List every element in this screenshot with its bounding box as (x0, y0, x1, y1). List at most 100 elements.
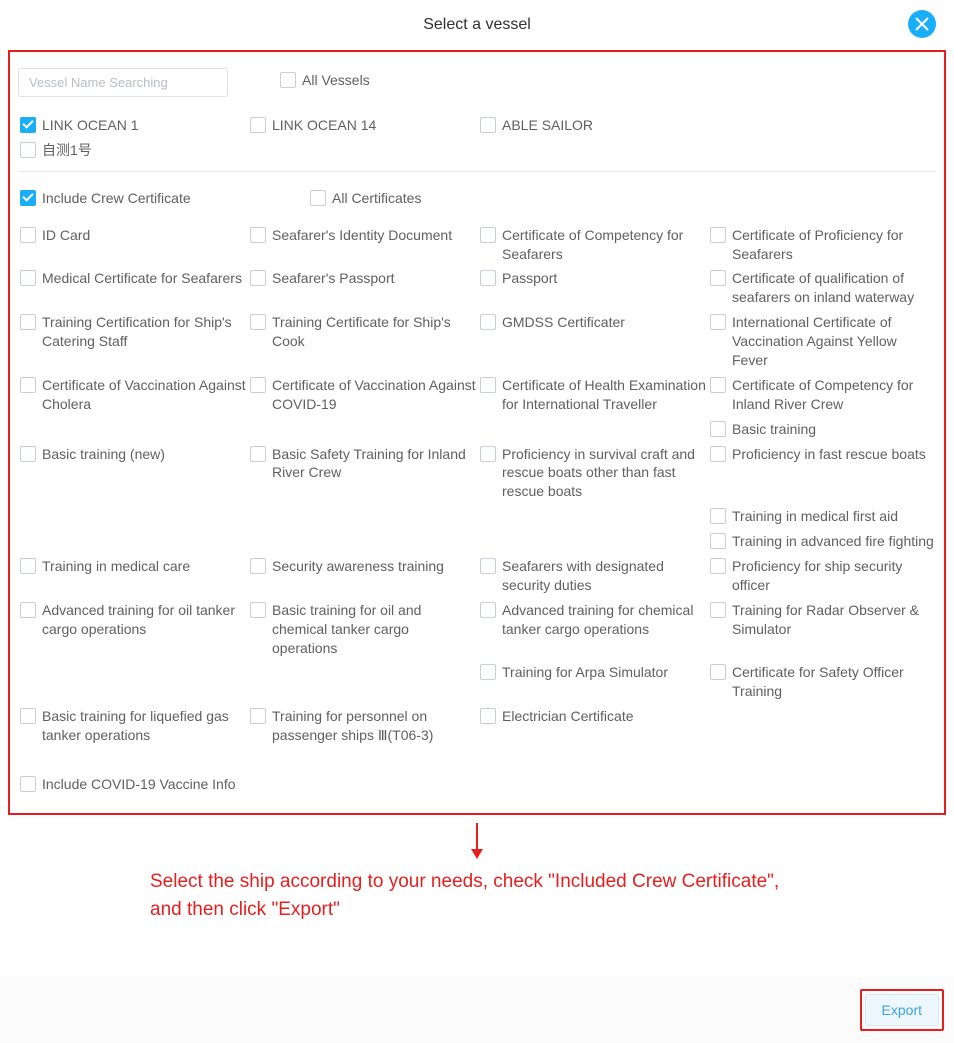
certificate-checkbox[interactable]: Basic training (new) (18, 442, 248, 505)
certificate-checkbox[interactable]: Certificate of Competency for Inland Riv… (708, 373, 938, 417)
certificate-checkbox[interactable]: Training in medical care (18, 554, 248, 598)
checkbox-icon (250, 708, 266, 724)
vessel-checkbox[interactable]: 自测1号 (18, 138, 248, 163)
include-covid-checkbox[interactable]: Include COVID-19 Vaccine Info (18, 772, 238, 797)
checkbox-icon (480, 377, 496, 393)
close-button[interactable] (908, 10, 936, 38)
search-row: All Vessels (18, 60, 936, 105)
certificate-label: Training for personnel on passenger ship… (272, 707, 476, 745)
checkbox-icon (480, 558, 496, 574)
certificate-checkbox[interactable]: Certificate of Vaccination Against COVID… (248, 373, 478, 417)
certificate-label: Training in medical first aid (732, 507, 898, 526)
certificate-label: Training for Radar Observer & Simulator (732, 601, 936, 639)
checkbox-icon (20, 776, 36, 792)
certificate-label: Basic training for oil and chemical tank… (272, 601, 476, 658)
certificate-label: Proficiency for ship security officer (732, 557, 936, 595)
certificate-checkbox[interactable]: Passport (478, 266, 708, 310)
certificate-checkbox[interactable]: International Certificate of Vaccination… (708, 310, 938, 373)
checkbox-icon (20, 558, 36, 574)
checkbox-icon (20, 227, 36, 243)
certificate-checkbox[interactable]: Electrician Certificate (478, 704, 708, 748)
certificate-label: Basic training (732, 420, 816, 439)
export-highlight: Export (860, 989, 944, 1031)
certificate-label: Seafarer's Identity Document (272, 226, 452, 245)
certificate-checkbox[interactable]: Proficiency for ship security officer (708, 554, 938, 598)
certificate-label: Certificate of Vaccination Against Chole… (42, 376, 246, 414)
all-certificates-checkbox[interactable]: All Certificates (308, 186, 423, 211)
certificate-label: GMDSS Certificater (502, 313, 625, 332)
certificate-checkbox[interactable]: Training in medical first aid (708, 504, 938, 529)
vessels-row: LINK OCEAN 1 LINK OCEAN 14 ABLE SAILOR 自测1号 (18, 105, 936, 172)
checkbox-icon (20, 602, 36, 618)
checkbox-icon (710, 314, 726, 330)
checkbox-icon (250, 117, 266, 133)
dialog-title: Select a vessel (423, 16, 531, 33)
checkbox-icon (250, 314, 266, 330)
certificate-checkbox[interactable]: Seafarers with designated security dutie… (478, 554, 708, 598)
checkbox-icon (710, 558, 726, 574)
checkbox-icon (710, 533, 726, 549)
certificate-label: Advanced training for oil tanker cargo o… (42, 601, 246, 639)
vessel-checkbox[interactable]: LINK OCEAN 1 (18, 113, 248, 138)
vessel-label: 自测1号 (42, 141, 92, 160)
certificate-checkbox[interactable]: Certificate of qualification of seafarer… (708, 266, 938, 310)
certificate-checkbox[interactable]: Basic training (708, 417, 938, 442)
checkbox-icon (250, 446, 266, 462)
certificate-checkbox[interactable]: GMDSS Certificater (478, 310, 708, 373)
certificate-checkbox[interactable]: Proficiency in survival craft and rescue… (478, 442, 708, 505)
include-crew-cert-checkbox[interactable]: Include Crew Certificate (18, 186, 278, 211)
selection-panel: All Vessels LINK OCEAN 1 LINK OCEAN 14 ABL… (8, 50, 946, 815)
certificate-checkbox[interactable]: Basic training for liquefied gas tanker … (18, 704, 248, 748)
checkbox-icon (20, 708, 36, 724)
vessel-search-input[interactable] (18, 68, 228, 97)
certificate-checkbox[interactable]: Training for Radar Observer & Simulator (708, 598, 938, 661)
checkbox-icon (20, 117, 36, 133)
checkbox-icon (310, 190, 326, 206)
certificate-checkbox[interactable]: Certificate of Proficiency for Seafarers (708, 223, 938, 267)
certificate-checkbox[interactable]: Certificate of Vaccination Against Chole… (18, 373, 248, 417)
all-vessels-checkbox[interactable]: All Vessels (278, 68, 372, 97)
checkbox-icon (20, 377, 36, 393)
checkbox-icon (710, 377, 726, 393)
certificate-checkbox[interactable]: Seafarer's Identity Document (248, 223, 478, 267)
certificate-checkbox[interactable]: ID Card (18, 223, 248, 267)
certificate-label: Certificate for Safety Officer Training (732, 663, 936, 701)
certificate-checkbox[interactable]: Certificate of Health Examination for In… (478, 373, 708, 417)
certificate-checkbox[interactable]: Medical Certificate for Seafarers (18, 266, 248, 310)
certificate-label: Proficiency in fast rescue boats (732, 445, 926, 464)
checkbox-icon (250, 558, 266, 574)
certificate-checkbox[interactable]: Training Certificate for Ship's Cook (248, 310, 478, 373)
checkbox-icon (710, 421, 726, 437)
checkbox-icon (280, 72, 296, 88)
certificate-label: Advanced training for chemical tanker ca… (502, 601, 706, 639)
certificate-label: Training for Arpa Simulator (502, 663, 668, 682)
certificate-label: Certificate of Health Examination for In… (502, 376, 706, 414)
certificate-checkbox[interactable]: Training for Arpa Simulator (478, 660, 708, 704)
certificate-checkbox[interactable]: Seafarer's Passport (248, 266, 478, 310)
certificate-label: Seafarer's Passport (272, 269, 395, 288)
checkbox-icon (710, 602, 726, 618)
certificate-checkbox[interactable]: Advanced training for oil tanker cargo o… (18, 598, 248, 661)
certificate-checkbox[interactable]: Training in advanced fire fighting (708, 529, 938, 554)
certificate-checkbox[interactable]: Certificate for Safety Officer Training (708, 660, 938, 704)
certificate-checkbox[interactable]: Basic Safety Training for Inland River C… (248, 442, 478, 505)
certificate-checkbox[interactable]: Advanced training for chemical tanker ca… (478, 598, 708, 661)
certificate-label: Certificate of qualification of seafarer… (732, 269, 936, 307)
certificate-label: Electrician Certificate (502, 707, 634, 726)
vessel-checkbox[interactable]: LINK OCEAN 14 (248, 113, 478, 138)
checkbox-icon (250, 377, 266, 393)
certificate-label: Certificate of Vaccination Against COVID… (272, 376, 476, 414)
export-button[interactable]: Export (865, 994, 939, 1026)
certificate-checkbox[interactable]: Certificate of Competency for Seafarers (478, 223, 708, 267)
certificate-checkbox[interactable]: Basic training for oil and chemical tank… (248, 598, 478, 661)
vessel-label: ABLE SAILOR (502, 116, 593, 135)
checkbox-icon (20, 446, 36, 462)
certificate-checkbox[interactable]: Training Certification for Ship's Cateri… (18, 310, 248, 373)
certificate-checkbox[interactable]: Security awareness training (248, 554, 478, 598)
vessel-label: LINK OCEAN 1 (42, 116, 138, 135)
vessel-checkbox[interactable]: ABLE SAILOR (478, 113, 708, 138)
certificate-checkbox[interactable]: Training for personnel on passenger ship… (248, 704, 478, 748)
certificate-label: Certificate of Competency for Inland Riv… (732, 376, 936, 414)
certificate-label: Training Certificate for Ship's Cook (272, 313, 476, 351)
certificate-checkbox[interactable]: Proficiency in fast rescue boats (708, 442, 938, 505)
